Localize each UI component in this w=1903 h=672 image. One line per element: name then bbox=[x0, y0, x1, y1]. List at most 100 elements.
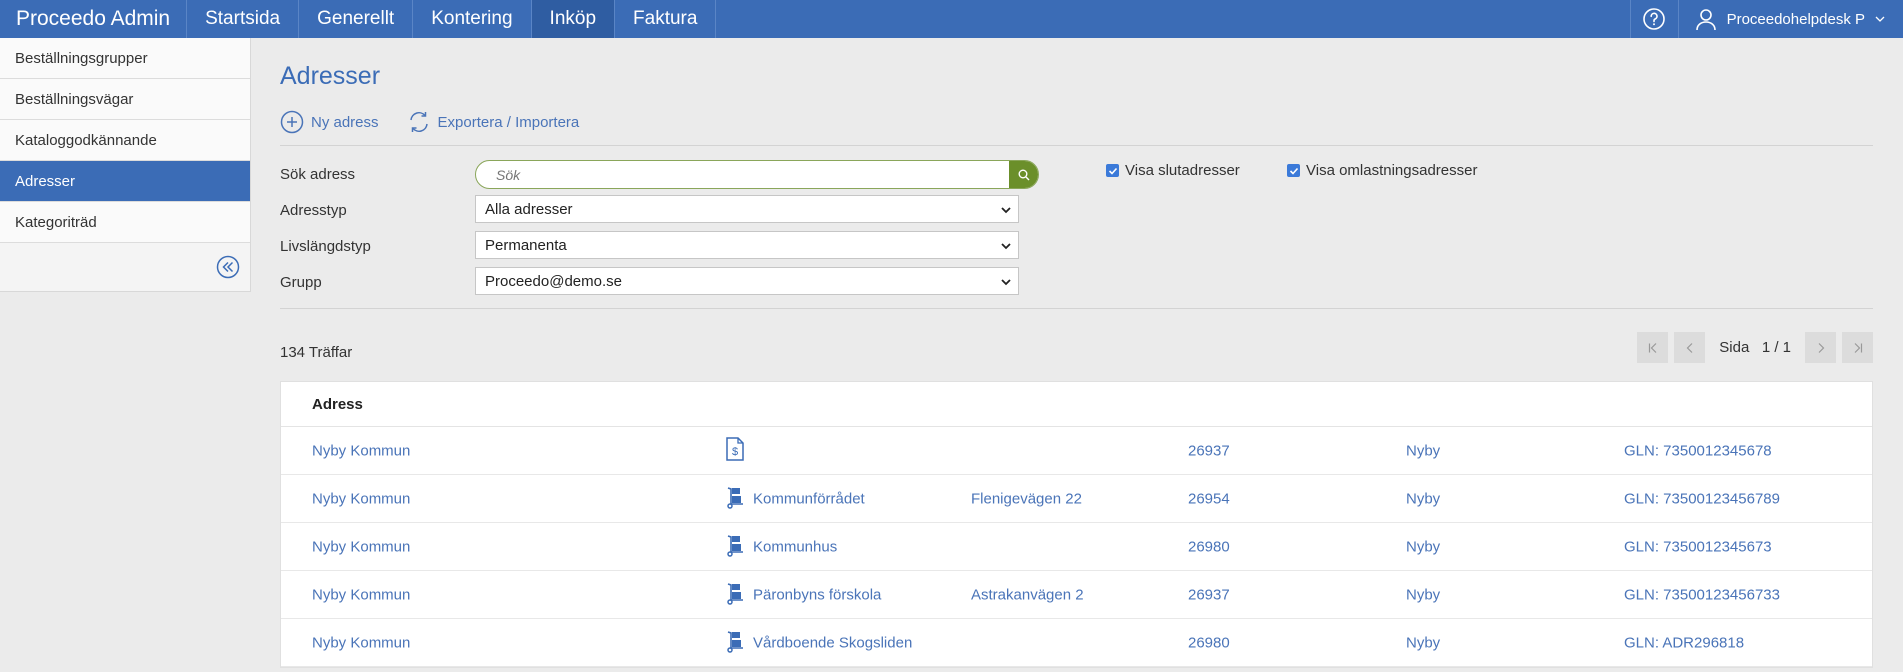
table-row[interactable]: Nyby Kommun $ 26937 Nyby GLN: 7350012345… bbox=[281, 427, 1872, 475]
page-value: 1 / 1 bbox=[1761, 339, 1791, 356]
sidebar-item-kataloggodkannande[interactable]: Kataloggodkännande bbox=[0, 120, 250, 161]
double-chevron-left-icon bbox=[216, 255, 240, 279]
new-address-label: Ny adress bbox=[311, 113, 379, 131]
nav-faktura[interactable]: Faktura bbox=[615, 0, 717, 38]
plus-circle-icon bbox=[280, 110, 304, 134]
table-row[interactable]: Nyby Kommun Päronbyns förskola Astrakanv… bbox=[281, 571, 1872, 619]
address-zip: 26954 bbox=[1188, 490, 1230, 507]
table-header: Adress bbox=[281, 382, 1872, 427]
top-navbar: Proceedo Admin Startsida Generellt Konte… bbox=[0, 0, 1903, 38]
user-name: Proceedohelpdesk P bbox=[1726, 10, 1865, 28]
next-page-button[interactable] bbox=[1805, 332, 1836, 363]
main-content: Adresser Ny adress Exportera / Importera… bbox=[280, 38, 1873, 668]
address-zip: 26937 bbox=[1188, 442, 1230, 459]
previous-page-button[interactable] bbox=[1674, 332, 1706, 363]
table-row[interactable]: Nyby Kommun Vårdboende Skogsliden 26980 … bbox=[281, 619, 1872, 667]
checkbox-checked bbox=[1287, 164, 1300, 177]
user-menu[interactable]: Proceedohelpdesk P bbox=[1677, 0, 1903, 38]
chevron-down-icon bbox=[1001, 279, 1011, 286]
nav-inkop[interactable]: Inköp bbox=[531, 0, 616, 38]
first-page-button[interactable] bbox=[1637, 332, 1669, 363]
filter-panel: Sök adress Adresstyp Alla adresser Livsl… bbox=[280, 158, 1873, 308]
pagination: Sida 1 / 1 bbox=[1637, 332, 1873, 363]
address-gln: GLN: 7350012345673 bbox=[1624, 538, 1772, 555]
show-reload-label: Visa omlastningsadresser bbox=[1306, 162, 1478, 179]
group-label: Grupp bbox=[280, 274, 322, 291]
action-bar: Ny adress Exportera / Importera bbox=[280, 107, 1873, 137]
lifetime-type-select[interactable]: Permanenta bbox=[475, 231, 1019, 259]
address-city: Nyby bbox=[1406, 538, 1441, 555]
user-icon bbox=[1695, 9, 1716, 31]
delivery-icon bbox=[724, 629, 746, 657]
address-label: Vårdboende Skogsliden bbox=[753, 634, 913, 651]
address-street: Astrakanvägen 2 bbox=[971, 586, 1084, 603]
address-name-link[interactable]: Nyby Kommun bbox=[312, 538, 410, 555]
group-value: Proceedo@demo.se bbox=[485, 272, 622, 290]
last-page-icon bbox=[1854, 342, 1862, 353]
sync-icon bbox=[409, 112, 428, 132]
sidebar-item-adresser[interactable]: Adresser bbox=[0, 161, 250, 202]
address-table: Adress Nyby Kommun $ 26937 Nyby GLN: 735… bbox=[280, 381, 1873, 668]
app-brand[interactable]: Proceedo Admin bbox=[0, 0, 188, 38]
address-street: Flenigevägen 22 bbox=[971, 490, 1082, 507]
address-label: Kommunhus bbox=[753, 538, 838, 555]
address-type-label: Adresstyp bbox=[280, 202, 347, 219]
search-button[interactable] bbox=[1009, 161, 1038, 188]
last-page-button[interactable] bbox=[1842, 332, 1873, 363]
sidebar-item-bestallningsgrupper[interactable]: Beställningsgrupper bbox=[0, 38, 250, 79]
export-import-button[interactable]: Exportera / Importera bbox=[407, 110, 580, 134]
help-icon bbox=[1643, 8, 1665, 30]
search-box bbox=[475, 160, 1039, 189]
address-gln: GLN: 7350012345678 bbox=[1624, 442, 1772, 459]
search-input[interactable] bbox=[476, 161, 1009, 188]
chevron-left-icon bbox=[1686, 342, 1693, 353]
address-gln: GLN: ADR296818 bbox=[1624, 634, 1745, 651]
chevron-down-icon bbox=[1875, 16, 1885, 22]
address-gln: GLN: 73500123456789 bbox=[1624, 490, 1780, 507]
sidebar-item-bestallningsvagar[interactable]: Beställningsvägar bbox=[0, 79, 250, 120]
show-final-label: Visa slutadresser bbox=[1125, 162, 1240, 179]
results-bar: 134 Träffar Sida 1 / 1 bbox=[280, 309, 1873, 381]
export-import-label: Exportera / Importera bbox=[437, 113, 580, 131]
address-label: Päronbyns förskola bbox=[753, 586, 882, 603]
group-select[interactable]: Proceedo@demo.se bbox=[475, 267, 1019, 295]
new-address-button[interactable]: Ny adress bbox=[280, 110, 379, 134]
collapse-sidebar-button[interactable] bbox=[216, 255, 240, 283]
nav-startsida[interactable]: Startsida bbox=[187, 0, 300, 38]
address-zip: 26980 bbox=[1188, 634, 1230, 651]
divider bbox=[280, 145, 1873, 146]
address-zip: 26937 bbox=[1188, 586, 1230, 603]
address-city: Nyby bbox=[1406, 442, 1441, 459]
nav-generellt[interactable]: Generellt bbox=[299, 0, 414, 38]
delivery-icon bbox=[724, 533, 746, 561]
address-name-link[interactable]: Nyby Kommun bbox=[312, 442, 410, 459]
sidebar-item-kategoritrad[interactable]: Kategoriträd bbox=[0, 202, 250, 243]
search-icon bbox=[1018, 169, 1029, 180]
address-type-value: Alla adresser bbox=[485, 200, 573, 218]
delivery-icon bbox=[724, 581, 746, 609]
table-row[interactable]: Nyby Kommun Kommunhus 26980 Nyby GLN: 73… bbox=[281, 523, 1872, 571]
address-name-link[interactable]: Nyby Kommun bbox=[312, 490, 410, 507]
show-reload-addresses-checkbox[interactable]: Visa omlastningsadresser bbox=[1287, 162, 1477, 179]
show-final-addresses-checkbox[interactable]: Visa slutadresser bbox=[1106, 162, 1240, 179]
address-name-link[interactable]: Nyby Kommun bbox=[312, 586, 410, 603]
address-gln: GLN: 73500123456733 bbox=[1624, 586, 1780, 603]
chevron-right-icon bbox=[1818, 342, 1824, 353]
page-title: Adresser bbox=[280, 62, 381, 90]
invoice-icon: $ bbox=[724, 436, 746, 465]
address-type-select[interactable]: Alla adresser bbox=[475, 195, 1019, 223]
help-button[interactable] bbox=[1629, 0, 1678, 38]
address-label: Kommunförrådet bbox=[753, 490, 865, 507]
table-row[interactable]: Nyby Kommun Kommunförrådet Flenigevägen … bbox=[281, 475, 1872, 523]
page-indicator: Sida 1 / 1 bbox=[1719, 339, 1791, 356]
chevron-down-icon bbox=[1001, 207, 1011, 214]
address-name-link[interactable]: Nyby Kommun bbox=[312, 634, 410, 651]
address-city: Nyby bbox=[1406, 586, 1441, 603]
top-right-area: Proceedohelpdesk P bbox=[1629, 0, 1903, 38]
checkbox-checked bbox=[1106, 164, 1119, 177]
address-city: Nyby bbox=[1406, 490, 1441, 507]
sidebar: Beställningsgrupper Beställningsvägar Ka… bbox=[0, 38, 251, 292]
nav-kontering[interactable]: Kontering bbox=[413, 0, 532, 38]
address-city: Nyby bbox=[1406, 634, 1441, 651]
lifetime-type-value: Permanenta bbox=[485, 236, 567, 254]
